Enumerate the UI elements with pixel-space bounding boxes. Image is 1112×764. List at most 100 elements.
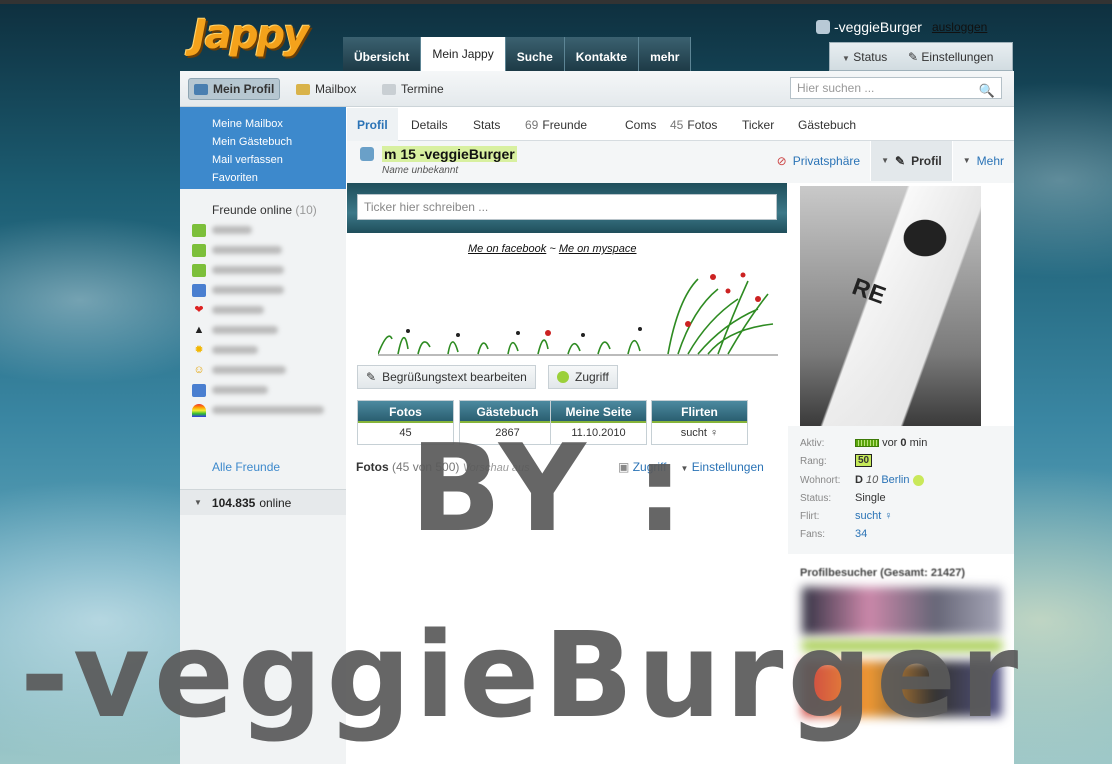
user-icon — [192, 223, 206, 237]
tab-coms[interactable]: Coms — [625, 108, 656, 141]
tab-stats[interactable]: Stats — [473, 108, 500, 141]
friend-name-blurred — [212, 326, 278, 334]
mail-icon — [296, 83, 310, 95]
friend-name-blurred — [212, 226, 252, 234]
smiley-icon: ☺ — [193, 363, 205, 376]
profile-visitors-title: Profilbesucher (Gesamt: 21427) — [800, 567, 966, 579]
tab-freunde[interactable]: 69 Freunde — [525, 108, 587, 141]
chevron-down-icon: ▼ — [842, 53, 850, 63]
all-friends-link[interactable]: Alle Freunde — [212, 460, 280, 474]
main-tabs: Übersicht Mein Jappy Suche Kontakte mehr — [343, 37, 692, 72]
friend-item[interactable] — [192, 261, 284, 279]
profile-card-icon — [194, 83, 208, 95]
friend-name-blurred — [212, 406, 324, 414]
profile-actions: ⊘ Privatsphäre ▼ ✎ Profil ▼ Mehr — [767, 141, 1014, 181]
chevron-down-icon: ▼ — [962, 156, 971, 165]
friend-item[interactable]: ❤ — [192, 301, 264, 319]
ticker-input[interactable]: Ticker hier schreiben ... — [357, 194, 777, 220]
sidebar-link-compose[interactable]: Mail verfassen — [212, 151, 346, 169]
tab-kontakte[interactable]: Kontakte — [564, 37, 640, 71]
info-label: Wohnort: — [800, 475, 841, 486]
friend-item[interactable] — [192, 401, 324, 419]
status-dropdown[interactable]: ▼ Status — [830, 50, 906, 64]
dates-link[interactable]: Termine — [382, 78, 444, 100]
user-icon — [192, 243, 206, 257]
sub-navigation: Mein Profil Mailbox Termine Hier suchen … — [180, 71, 1014, 107]
info-location[interactable]: D 10 Berlin — [855, 474, 924, 486]
privacy-button[interactable]: ⊘ Privatsphäre — [767, 141, 870, 181]
bed-icon — [192, 283, 206, 297]
friend-name-blurred — [212, 306, 264, 314]
more-dropdown[interactable]: ▼ Mehr — [951, 141, 1014, 181]
tab-suche[interactable]: Suche — [505, 37, 565, 71]
online-counter[interactable]: ▼ 104.835 online — [180, 489, 346, 515]
friend-name-blurred — [212, 346, 258, 354]
status-dot-icon — [912, 474, 924, 486]
chevron-down-icon: ▼ — [194, 498, 202, 507]
info-fans[interactable]: 34 — [855, 528, 867, 540]
friend-item[interactable]: ▲ — [192, 321, 278, 339]
tab-ticker[interactable]: Ticker — [742, 108, 774, 141]
profil-dropdown[interactable]: ▼ ✎ Profil — [870, 141, 952, 181]
search-icon[interactable]: 🔍 — [979, 81, 995, 101]
tab-mein-jappy[interactable]: Mein Jappy — [421, 37, 506, 72]
shirt-print: RE — [848, 273, 890, 310]
user-icon — [360, 147, 374, 161]
sun-icon: ✹ — [194, 343, 204, 356]
friend-name-blurred — [212, 386, 268, 394]
profile-header: m 15 -veggieBurger Name unbekannt ⊘ Priva… — [347, 141, 1014, 183]
friend-item[interactable]: ✹ — [192, 341, 258, 359]
tab-gaestebuch[interactable]: Gästebuch — [798, 108, 856, 141]
sidebar-links: Meine Mailbox Mein Gästebuch Mail verfas… — [180, 107, 346, 189]
friend-name-blurred — [212, 286, 284, 294]
tab-fotos[interactable]: 45 Fotos — [670, 108, 717, 141]
info-flirt[interactable]: sucht ♀ — [855, 510, 893, 522]
myspace-link[interactable]: Me on myspace — [559, 243, 637, 255]
heart-icon: ❤ — [194, 303, 204, 316]
bed-icon — [192, 383, 206, 397]
photos-settings-link[interactable]: ▼ Einstellungen — [680, 460, 763, 474]
info-active: vor 0 min — [855, 437, 927, 449]
chevron-down-icon: ▼ — [881, 156, 889, 165]
profile-photo[interactable]: RE — [800, 186, 981, 426]
pencil-icon: ✎ — [366, 370, 377, 384]
tab-details[interactable]: Details — [411, 108, 448, 141]
info-rank: 50 — [855, 454, 873, 467]
tab-profil[interactable]: Profil — [347, 108, 398, 141]
friend-name-blurred — [212, 246, 282, 254]
profile-name: m 15 -veggieBurger — [382, 146, 517, 162]
tab-uebersicht[interactable]: Übersicht — [343, 37, 422, 71]
pencil-icon: ✎ — [908, 49, 919, 64]
graduation-cap-icon: ▲ — [193, 323, 205, 336]
jappy-logo[interactable]: Jappy — [192, 12, 337, 64]
friend-item[interactable]: ☺ — [192, 361, 286, 379]
watermark-by: BY : — [410, 420, 688, 559]
search-input[interactable]: Hier suchen ... 🔍 — [790, 77, 1002, 99]
my-profile-button[interactable]: Mein Profil — [188, 78, 281, 100]
sidebar-link-guestbook[interactable]: Mein Gästebuch — [212, 133, 346, 151]
friend-item[interactable] — [192, 241, 282, 259]
friend-name-blurred — [212, 366, 286, 374]
username[interactable]: -veggieBurger — [834, 19, 922, 35]
social-links: Me on facebook ~ Me on myspace — [468, 243, 637, 255]
sidebar-link-mailbox[interactable]: Meine Mailbox — [212, 115, 346, 133]
info-label: Fans: — [800, 529, 826, 540]
access-button[interactable]: Zugriff — [548, 365, 618, 389]
tab-mehr[interactable]: mehr — [639, 37, 692, 71]
logout-link[interactable]: ausloggen — [932, 20, 987, 34]
sidebar-link-favorites[interactable]: Favoriten — [212, 169, 346, 187]
friend-item[interactable] — [192, 281, 284, 299]
settings-button[interactable]: ✎ Einstellungen — [906, 50, 993, 64]
user-icon — [816, 20, 830, 34]
pencil-icon: ✎ — [895, 154, 906, 168]
mailbox-link[interactable]: Mailbox — [296, 78, 356, 100]
info-label: Flirt: — [800, 511, 820, 522]
facebook-link[interactable]: Me on facebook — [468, 243, 546, 255]
friend-item[interactable] — [192, 221, 252, 239]
ticker-section: Ticker hier schreiben ... — [347, 183, 787, 233]
top-edge — [0, 0, 1112, 4]
friend-item[interactable] — [192, 381, 268, 399]
edit-greeting-button[interactable]: ✎ Begrüßungstext bearbeiten — [357, 365, 536, 389]
grass-flowers-image — [378, 272, 778, 356]
profile-tabs: Profil Details Stats 69 Freunde Coms 45 Fo… — [347, 108, 1014, 141]
